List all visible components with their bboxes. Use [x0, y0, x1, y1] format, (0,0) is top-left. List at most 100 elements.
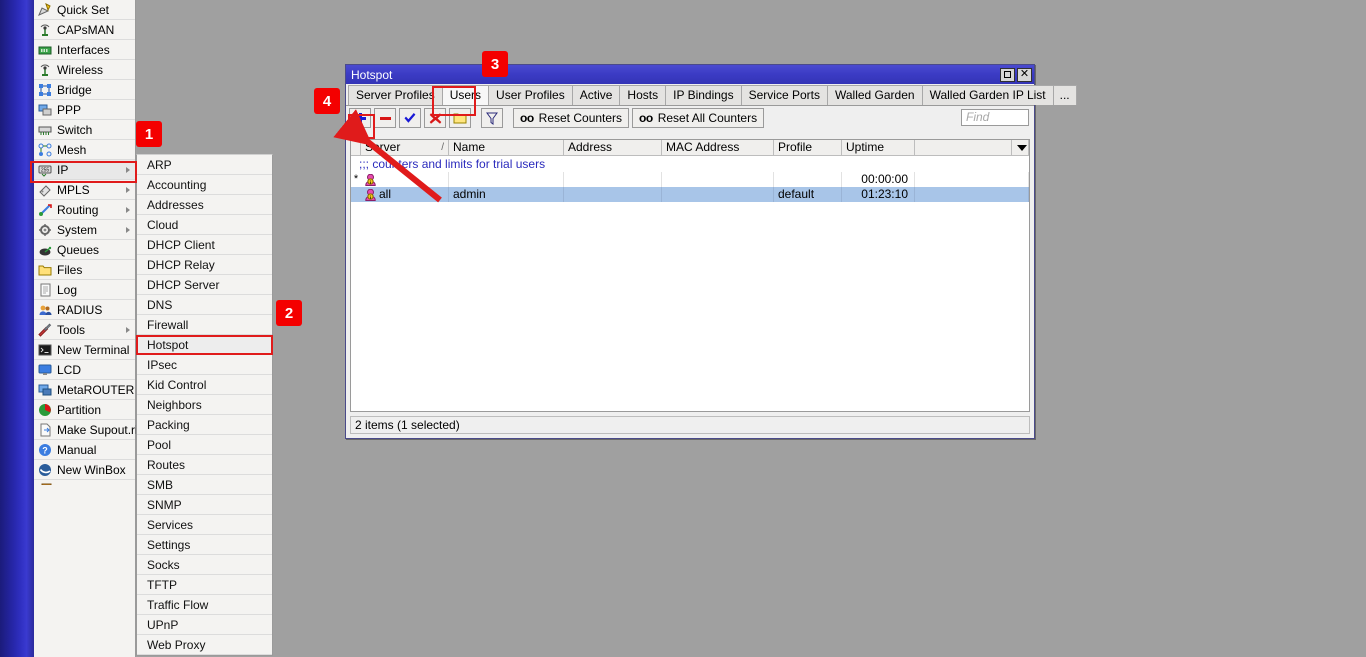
ip-submenu-item-routes[interactable]: Routes	[137, 455, 272, 475]
sidebar-item-wireless[interactable]: Wireless	[34, 60, 135, 80]
tab-walled-garden[interactable]: Walled Garden	[827, 85, 923, 105]
maximize-icon[interactable]	[1000, 68, 1015, 82]
column-header-name[interactable]: Name	[449, 140, 564, 155]
system-icon	[38, 223, 52, 237]
ip-submenu-item-smb[interactable]: SMB	[137, 475, 272, 495]
sidebar-item-label: Bridge	[57, 83, 92, 97]
sidebar-item-make-supout-rif[interactable]: Make Supout.rif	[34, 420, 135, 440]
ip-submenu-item-addresses[interactable]: Addresses	[137, 195, 272, 215]
ip-submenu-item-label: SNMP	[147, 498, 182, 512]
tab-label: User Profiles	[496, 88, 565, 102]
ip-submenu-item-cloud[interactable]: Cloud	[137, 215, 272, 235]
sidebar-item-system[interactable]: System	[34, 220, 135, 240]
ip-submenu-item-dhcp-relay[interactable]: DHCP Relay	[137, 255, 272, 275]
ip-submenu-item-dhcp-client[interactable]: DHCP Client	[137, 235, 272, 255]
close-icon[interactable]: ✕	[1017, 68, 1032, 82]
sidebar-item-log[interactable]: Log	[34, 280, 135, 300]
reset-counters-button[interactable]: oo Reset Counters	[513, 108, 629, 128]
sidebar-item-radius[interactable]: RADIUS	[34, 300, 135, 320]
metarouter-icon	[38, 383, 52, 397]
sidebar-item-label: IP	[57, 163, 68, 177]
column-header-profile[interactable]: Profile	[774, 140, 842, 155]
ip-submenu-item-hotspot[interactable]: Hotspot	[137, 335, 272, 355]
remove-button[interactable]	[374, 108, 396, 128]
ip-submenu-item-services[interactable]: Services	[137, 515, 272, 535]
sidebar-item-interfaces[interactable]: Interfaces	[34, 40, 135, 60]
sidebar-item-capsman[interactable]: CAPsMAN	[34, 20, 135, 40]
sidebar-item-ppp[interactable]: PPP	[34, 100, 135, 120]
sidebar-item-new-terminal[interactable]: New Terminal	[34, 340, 135, 360]
add-button[interactable]	[349, 108, 371, 128]
ip-submenu-item-traffic-flow[interactable]: Traffic Flow	[137, 595, 272, 615]
ip-submenu-item-accounting[interactable]: Accounting	[137, 175, 272, 195]
sidebar-item-label: Files	[57, 263, 82, 277]
sidebar-item-files[interactable]: Files	[34, 260, 135, 280]
sidebar-item-lcd[interactable]: LCD	[34, 360, 135, 380]
ip-submenu-item-neighbors[interactable]: Neighbors	[137, 395, 272, 415]
filter-button[interactable]	[481, 108, 503, 128]
column-header-mac-address[interactable]: MAC Address	[662, 140, 774, 155]
sidebar-item-partition[interactable]: Partition	[34, 400, 135, 420]
ip-submenu-item-dhcp-server[interactable]: DHCP Server	[137, 275, 272, 295]
ip-submenu-item-dns[interactable]: DNS	[137, 295, 272, 315]
tab-users[interactable]: Users	[442, 85, 489, 105]
tab-hosts[interactable]: Hosts	[619, 85, 666, 105]
sidebar-item-queues[interactable]: Queues	[34, 240, 135, 260]
tab-[interactable]: ...	[1053, 85, 1077, 105]
ip-submenu-item-settings[interactable]: Settings	[137, 535, 272, 555]
sidebar-item-label: PPP	[57, 103, 81, 117]
ip-submenu-item-tftp[interactable]: TFTP	[137, 575, 272, 595]
ip-submenu-item-label: Addresses	[147, 198, 204, 212]
sidebar-item-switch[interactable]: Switch	[34, 120, 135, 140]
sidebar-item-bridge[interactable]: Bridge	[34, 80, 135, 100]
sidebar-item-metarouter[interactable]: MetaROUTER	[34, 380, 135, 400]
sidebar-item-label: Routing	[57, 203, 98, 217]
tab-active[interactable]: Active	[572, 85, 621, 105]
ip-submenu-item-ipsec[interactable]: IPsec	[137, 355, 272, 375]
ip-submenu-item-packing[interactable]: Packing	[137, 415, 272, 435]
reset-all-counters-button[interactable]: oo Reset All Counters	[632, 108, 764, 128]
ip-submenu-item-socks[interactable]: Socks	[137, 555, 272, 575]
sidebar-item-label: MPLS	[57, 183, 90, 197]
ip-submenu-item-arp[interactable]: ARP	[137, 155, 272, 175]
search-input[interactable]: Find	[961, 109, 1029, 126]
svg-text:i: i	[370, 179, 371, 184]
ip-submenu-item-upnp[interactable]: UPnP	[137, 615, 272, 635]
tab-ip-bindings[interactable]: IP Bindings	[665, 85, 742, 105]
ip-submenu-item-kid-control[interactable]: Kid Control	[137, 375, 272, 395]
ip-submenu-item-firewall[interactable]: Firewall	[137, 315, 272, 335]
tab-service-ports[interactable]: Service Ports	[741, 85, 828, 105]
ip-submenu-item-web-proxy[interactable]: Web Proxy	[137, 635, 272, 655]
sidebar-item-tools[interactable]: Tools	[34, 320, 135, 340]
window-titlebar[interactable]: Hotspot ✕	[346, 65, 1034, 84]
sidebar-item-ip[interactable]: 255IP	[34, 160, 135, 180]
column-header-server[interactable]: Server/	[361, 140, 449, 155]
ip-submenu-item-label: Accounting	[147, 178, 206, 192]
enable-button[interactable]	[399, 108, 421, 128]
sidebar-item-quick-set[interactable]: Quick Set	[34, 0, 135, 20]
sidebar-item-manual[interactable]: ?Manual	[34, 440, 135, 460]
tab-walled-garden-ip-list[interactable]: Walled Garden IP List	[922, 85, 1054, 105]
annotation-badge-4: 4	[314, 88, 340, 114]
comment-button[interactable]	[449, 108, 471, 128]
sidebar-item-label: Tools	[57, 323, 85, 337]
sidebar-item-mesh[interactable]: Mesh	[34, 140, 135, 160]
disable-button[interactable]	[424, 108, 446, 128]
ip-submenu-item-pool[interactable]: Pool	[137, 435, 272, 455]
column-chooser-button[interactable]	[1011, 140, 1029, 155]
table-row[interactable]: *i00:00:00	[351, 172, 1029, 187]
ip-submenu-item-snmp[interactable]: SNMP	[137, 495, 272, 515]
main-menu: Quick SetCAPsMANInterfacesWireless Bridge…	[34, 0, 136, 657]
table-row[interactable]: ialladmindefault01:23:10	[351, 187, 1029, 202]
cell-server: all	[379, 187, 391, 202]
column-header-address[interactable]: Address	[564, 140, 662, 155]
ppp-icon	[38, 103, 52, 117]
column-header-uptime[interactable]: Uptime	[842, 140, 915, 155]
sidebar-item-routing[interactable]: Routing	[34, 200, 135, 220]
column-header-label: Name	[453, 140, 485, 154]
sidebar-item-new-winbox[interactable]: New WinBox	[34, 460, 135, 480]
tab-user-profiles[interactable]: User Profiles	[488, 85, 573, 105]
sidebar-item-mpls[interactable]: MPLS	[34, 180, 135, 200]
tab-server-profiles[interactable]: Server Profiles	[348, 85, 443, 105]
window-toolbar: oo Reset Counters oo Reset All Counters …	[346, 106, 1034, 130]
